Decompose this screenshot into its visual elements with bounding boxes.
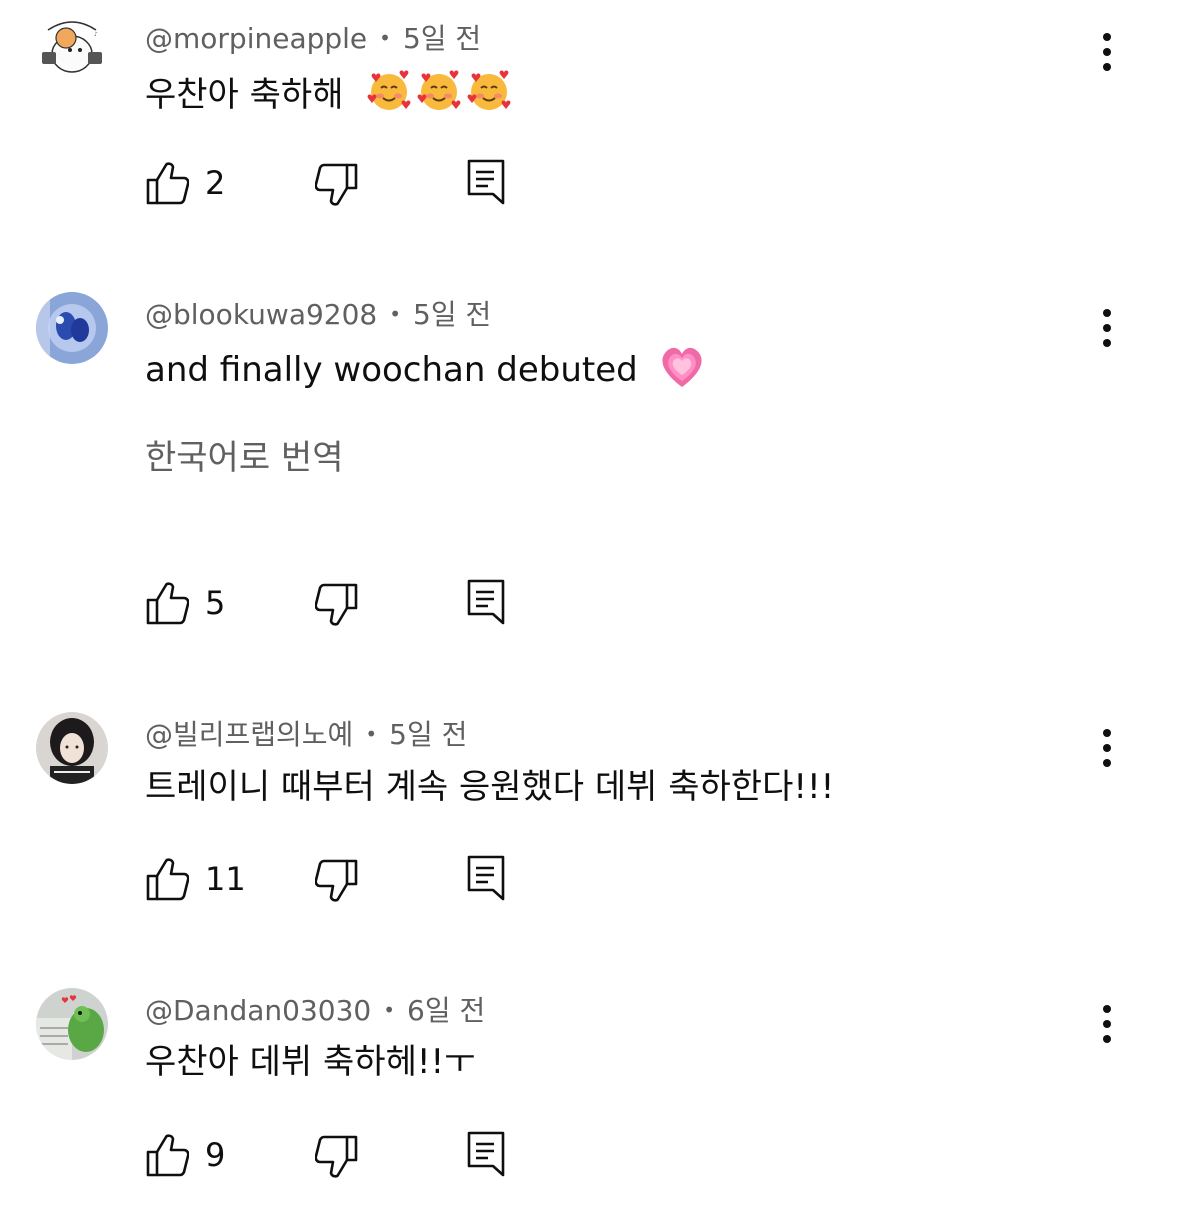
more-options-icon[interactable] <box>1092 307 1122 351</box>
avatar[interactable] <box>36 712 108 784</box>
smiling-face-with-hearts-icon <box>466 68 512 125</box>
like-count: 2 <box>205 164 226 202</box>
reply-comment-icon <box>467 1131 505 1177</box>
thumbs-up-icon <box>146 858 190 901</box>
comment-time: 5일 전 <box>389 718 468 751</box>
reply-comment-icon <box>467 855 505 901</box>
avatar[interactable] <box>36 988 108 1060</box>
svg-text:♪: ♪ <box>94 31 98 38</box>
like-button[interactable] <box>145 1132 190 1178</box>
like-count: 11 <box>205 860 246 898</box>
reply-comment-icon <box>467 159 505 205</box>
dislike-button[interactable] <box>314 858 359 904</box>
reply-button[interactable] <box>466 1130 506 1178</box>
comment-meta: @blookuwa9208 • 5일 전 <box>145 296 491 333</box>
avatar[interactable]: ♪ <box>36 10 108 82</box>
comment-body: 우찬아 축하해 <box>145 75 344 115</box>
comment-body: 우찬아 데뷔 축하헤!!ㅜ <box>145 1042 476 1082</box>
thumbs-down-icon <box>314 583 358 626</box>
thumbs-down-icon <box>314 1135 358 1178</box>
comment-body: 트레이니 때부터 계속 응원했다 데뷔 축하한다!!! <box>145 767 835 807</box>
comment-text: 트레이니 때부터 계속 응원했다 데뷔 축하한다!!! <box>145 765 834 809</box>
separator-dot: • <box>379 26 391 50</box>
comment-author[interactable]: @blookuwa9208 <box>145 298 377 331</box>
avatar[interactable] <box>36 292 108 364</box>
reply-button[interactable] <box>466 854 506 902</box>
separator-dot: • <box>383 998 396 1022</box>
thumbs-down-icon <box>314 859 358 902</box>
comment-meta: @빌리프랩의노예 • 5일 전 <box>145 716 467 753</box>
comment-actions: 5 <box>145 578 545 628</box>
like-button[interactable] <box>145 160 190 206</box>
comment-meta: @morpineapple • 5일 전 <box>145 20 481 57</box>
dislike-button[interactable] <box>314 582 359 628</box>
like-button[interactable] <box>145 580 190 626</box>
comment-text: 우찬아 데뷔 축하헤!!ㅜ <box>145 1040 475 1084</box>
growing-heart-icon <box>659 345 705 400</box>
comment-time: 6일 전 <box>407 994 486 1027</box>
comment-author[interactable]: @morpineapple <box>145 22 367 55</box>
translate-link[interactable]: 한국어로 번역 <box>145 436 344 480</box>
smiling-face-with-hearts-icon <box>416 68 462 125</box>
comment-actions: 11 <box>145 854 545 904</box>
dislike-button[interactable] <box>314 162 359 208</box>
comment-actions: 9 <box>145 1130 545 1180</box>
thumbs-down-icon <box>314 163 358 206</box>
like-button[interactable] <box>145 856 190 902</box>
like-count: 5 <box>205 584 226 622</box>
dislike-button[interactable] <box>314 1134 359 1180</box>
like-count: 9 <box>205 1136 226 1174</box>
more-options-icon[interactable] <box>1092 31 1122 75</box>
more-options-icon[interactable] <box>1092 727 1122 771</box>
comment-actions: 2 <box>145 158 545 208</box>
comment-time: 5일 전 <box>413 298 492 331</box>
comment-text: and finally woochan debuted <box>145 345 705 400</box>
more-options-icon[interactable] <box>1092 1003 1122 1047</box>
comment-meta: @Dandan03030 • 6일 전 <box>145 992 485 1029</box>
comment-author[interactable]: @빌리프랩의노예 <box>145 718 353 751</box>
thumbs-up-icon <box>146 1134 190 1177</box>
comment-body: and finally woochan debuted <box>145 350 638 390</box>
thumbs-up-icon <box>146 582 190 625</box>
reply-comment-icon <box>467 579 505 625</box>
smiling-face-with-hearts-icon <box>366 68 412 125</box>
thumbs-up-icon <box>146 162 190 205</box>
reply-button[interactable] <box>466 158 506 206</box>
separator-dot: • <box>365 722 378 746</box>
comment-time: 5일 전 <box>402 22 482 55</box>
comment-text: 우찬아 축하해 <box>145 68 512 125</box>
reply-button[interactable] <box>466 578 506 626</box>
comment-author[interactable]: @Dandan03030 <box>145 994 371 1027</box>
separator-dot: • <box>389 302 402 326</box>
